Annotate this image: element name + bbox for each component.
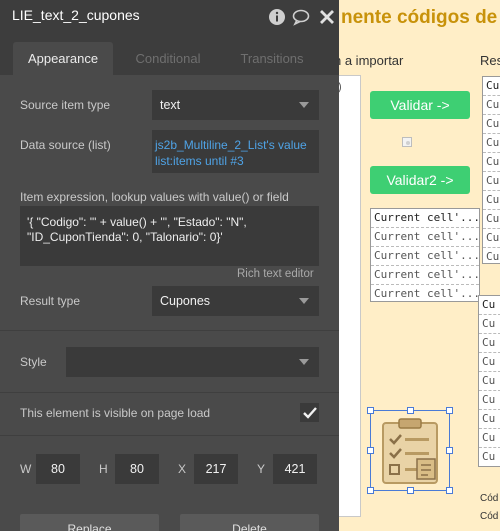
result-type-dropdown[interactable]: Cupones	[152, 286, 319, 316]
divider	[0, 392, 339, 393]
canvas-input-panel[interactable]: )	[339, 75, 361, 517]
list-item: Cu	[479, 296, 500, 315]
y-label: Y	[257, 462, 266, 476]
list-item: Cu	[483, 248, 500, 263]
resize-handle[interactable]	[367, 407, 374, 414]
element-name[interactable]: LIE_text_2_cupones	[12, 7, 140, 23]
style-label: Style	[20, 355, 47, 369]
resize-handle[interactable]	[407, 407, 414, 414]
height-label: H	[99, 462, 108, 476]
checklist-icon	[382, 418, 438, 484]
chevron-down-icon	[299, 102, 309, 108]
property-editor-titlebar[interactable]: LIE_text_2_cupones	[0, 0, 339, 33]
data-source-line-1: js2b_Multiline_2_List's value	[155, 138, 307, 152]
list-item: Cu	[479, 372, 500, 391]
property-editor: LIE_text_2_cupones Appearance Conditiona…	[0, 0, 339, 531]
canvas-bottom-text: Cód	[480, 511, 499, 522]
repeating-group-results-1[interactable]: Cu Cu Cu Cu Cu Cu Cu Cu Cu Cu	[482, 76, 500, 264]
list-item: Current cell'...	[371, 228, 479, 247]
comment-icon[interactable]	[292, 8, 310, 26]
resize-handle[interactable]	[367, 447, 374, 454]
item-expression-label: Item expression, lookup values with valu…	[20, 190, 289, 204]
list-item: Cu	[483, 210, 500, 229]
x-input[interactable]: 217	[194, 454, 238, 484]
info-icon[interactable]	[268, 8, 286, 26]
height-input[interactable]: 80	[115, 454, 159, 484]
result-type-label: Result type	[20, 294, 81, 308]
list-item: Cu	[483, 229, 500, 248]
canvas-heading-right: Res	[480, 53, 500, 68]
source-item-type-label: Source item type	[20, 98, 111, 112]
divider	[0, 330, 339, 331]
visible-on-load-label: This element is visible on page load	[20, 406, 211, 420]
close-icon[interactable]	[318, 8, 336, 26]
canvas-heading-left: n a importar	[339, 53, 404, 68]
chevron-down-icon	[299, 359, 309, 365]
rich-text-editor-link[interactable]: Rich text editor	[237, 268, 314, 280]
list-item: Current cell'...	[371, 247, 479, 266]
page-canvas[interactable]: nente códigos de n a importar Res ) Vali…	[339, 0, 500, 531]
resize-handle[interactable]	[446, 487, 453, 494]
source-item-type-dropdown[interactable]: text	[152, 90, 319, 120]
validar2-button[interactable]: Validar2 ->	[370, 166, 470, 194]
list-item: Cu	[483, 134, 500, 153]
style-dropdown[interactable]	[66, 347, 319, 377]
canvas-bottom-text: Cód	[480, 493, 499, 504]
list-item: Cu	[479, 410, 500, 429]
list-item: Cu	[483, 77, 500, 96]
visible-on-load-checkbox[interactable]	[300, 403, 319, 422]
y-input[interactable]: 421	[273, 454, 317, 484]
x-label: X	[178, 462, 187, 476]
width-label: W	[20, 462, 32, 476]
list-item: Cu	[479, 334, 500, 353]
item-expression-input[interactable]: '{ "Codigo": "' + value() + '", "Estado"…	[20, 206, 319, 266]
tab-transitions[interactable]: Transitions	[222, 42, 322, 75]
item-expression-line-1: '{ "Codigo": "' + value() + '", "Estado"…	[27, 215, 247, 229]
repeating-group-results-2[interactable]: Cu Cu Cu Cu Cu Cu Cu Cu Cu	[478, 295, 500, 467]
list-item: Cu	[483, 96, 500, 115]
chevron-down-icon	[299, 298, 309, 304]
divider	[0, 435, 339, 436]
data-source-line-2: list:items until #3	[155, 154, 244, 168]
tab-bar: Appearance Conditional Transitions	[0, 33, 339, 75]
list-item: Cu	[479, 353, 500, 372]
delete-button[interactable]: Delete	[180, 514, 319, 531]
image-placeholder-icon	[402, 137, 412, 147]
list-item: Current cell'...	[371, 266, 479, 285]
tab-appearance[interactable]: Appearance	[13, 42, 113, 75]
width-input[interactable]: 80	[36, 454, 80, 484]
list-item: Cu	[483, 191, 500, 210]
resize-handle[interactable]	[446, 407, 453, 414]
list-item: Cu	[483, 172, 500, 191]
resize-handle[interactable]	[367, 487, 374, 494]
list-item: Cu	[483, 153, 500, 172]
canvas-page-title: nente códigos de	[341, 7, 498, 28]
canvas-input-text: )	[339, 81, 342, 93]
result-type-value: Cupones	[160, 294, 211, 308]
tab-conditional[interactable]: Conditional	[118, 42, 218, 75]
replace-button[interactable]: Replace	[20, 514, 159, 531]
list-item: Current cell'...	[371, 285, 479, 301]
resize-handle[interactable]	[446, 447, 453, 454]
validar-button[interactable]: Validar ->	[370, 91, 470, 119]
source-item-type-value: text	[160, 98, 181, 112]
data-source-label: Data source (list)	[20, 138, 111, 152]
resize-handle[interactable]	[407, 487, 414, 494]
list-item: Cu	[479, 448, 500, 466]
list-item: Current cell'...	[371, 209, 479, 228]
list-item: Cu	[483, 115, 500, 134]
list-item: Cu	[479, 315, 500, 334]
data-source-expression[interactable]: js2b_Multiline_2_List's value list:items…	[152, 130, 319, 173]
item-expression-line-2: "ID_CuponTienda": 0, "Talonario": 0}'	[27, 230, 223, 244]
selected-element[interactable]	[367, 407, 453, 494]
list-item: Cu	[479, 429, 500, 448]
repeating-group-a[interactable]: Current cell'... Current cell'... Curren…	[370, 208, 480, 302]
list-item: Cu	[479, 391, 500, 410]
checkmark-icon	[303, 407, 317, 419]
